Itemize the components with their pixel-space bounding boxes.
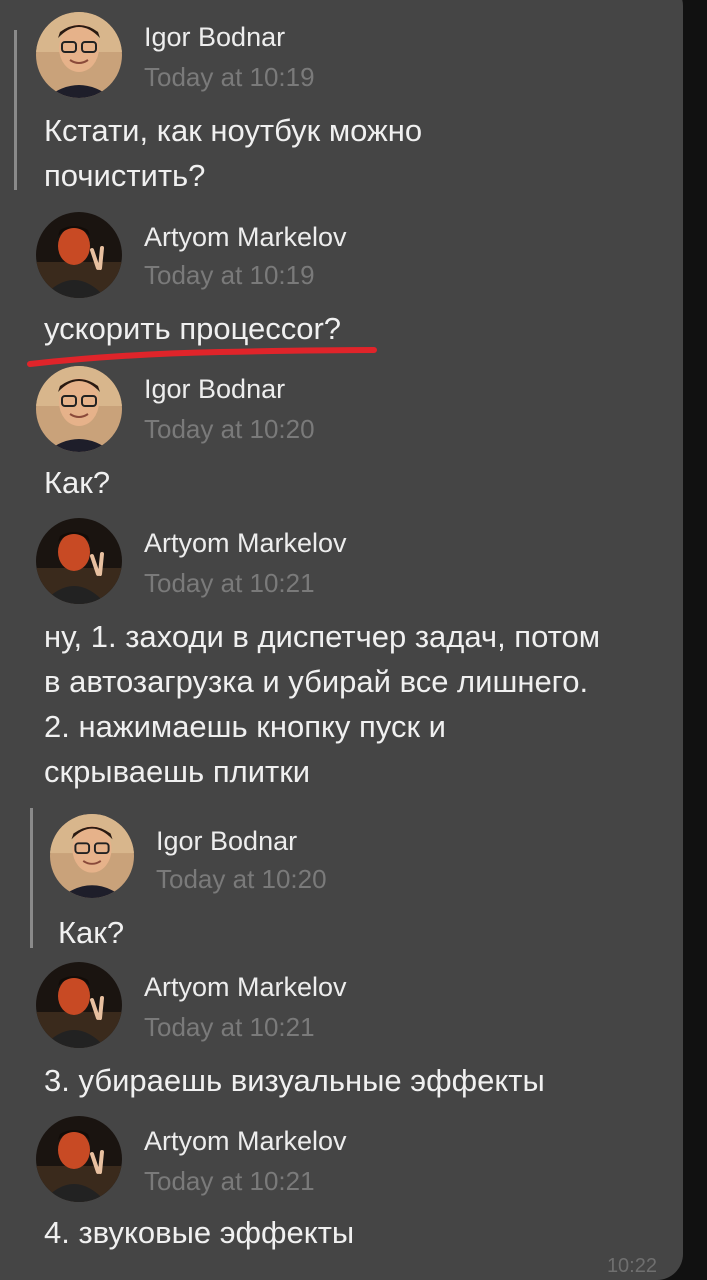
quoted-author-name: Igor Bodnar xyxy=(156,826,298,856)
message-time: Today at 10:21 xyxy=(144,1166,315,1196)
avatar[interactable] xyxy=(36,366,122,452)
message-time: Today at 10:19 xyxy=(144,62,315,92)
message-time: Today at 10:20 xyxy=(144,414,315,444)
reply-quote-bar xyxy=(30,808,33,948)
message-text-line: Кстати, как ноутбук можно xyxy=(44,113,423,148)
author-name[interactable]: Igor Bodnar xyxy=(144,374,285,404)
message-time: Today at 10:21 xyxy=(144,568,315,598)
avatar-igor-photo-icon xyxy=(36,12,122,98)
message-text-line: почистить? xyxy=(44,158,206,193)
bubble-timestamp: 10:22 xyxy=(606,1255,657,1277)
author-name[interactable]: Igor Bodnar xyxy=(144,22,285,52)
avatar-artyom-photo-icon xyxy=(36,212,122,298)
message-text-line: 2. нажимаешь кнопку пуск и xyxy=(44,709,446,744)
avatar-igor-photo-icon xyxy=(50,814,134,898)
author-name[interactable]: Artyom Markelov xyxy=(144,528,347,558)
quoted-text: Как? xyxy=(58,915,125,950)
forward-quote-bar xyxy=(14,30,17,190)
avatar[interactable] xyxy=(50,814,134,898)
avatar[interactable] xyxy=(36,962,122,1048)
message-time: Today at 10:21 xyxy=(144,1012,315,1042)
author-name[interactable]: Artyom Markelov xyxy=(144,222,347,252)
avatar-artyom-photo-icon xyxy=(36,1116,122,1202)
avatar-artyom-photo-icon xyxy=(36,962,122,1048)
message-text-line: Как? xyxy=(44,465,111,500)
message-time: Today at 10:19 xyxy=(144,260,315,290)
message-text-line: скрываешь плитки xyxy=(44,754,311,789)
quoted-time: Today at 10:20 xyxy=(156,864,327,894)
chat-screen: Igor Bodnar Today at 10:19 Кстати, как н… xyxy=(0,0,707,1280)
avatar[interactable] xyxy=(36,12,122,98)
author-name[interactable]: Artyom Markelov xyxy=(144,1126,347,1156)
message-text-line: ну, 1. заходи в диспетчер задач, потом xyxy=(44,619,601,654)
avatar-artyom-photo-icon xyxy=(36,518,122,604)
message-text-line: 3. убираешь визуальные эффекты xyxy=(44,1063,545,1098)
message-text-line: в автозагрузка и убирай все лишнего. xyxy=(44,664,589,699)
avatar[interactable] xyxy=(36,518,122,604)
message-text-line: 4. звуковые эффекты xyxy=(44,1215,355,1250)
author-name[interactable]: Artyom Markelov xyxy=(144,972,347,1002)
avatar[interactable] xyxy=(36,212,122,298)
avatar-igor-photo-icon xyxy=(36,366,122,452)
avatar[interactable] xyxy=(36,1116,122,1202)
